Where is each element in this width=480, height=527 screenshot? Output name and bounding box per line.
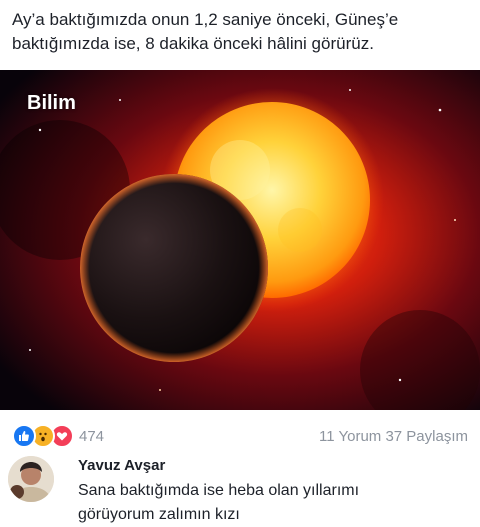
comments-shares-count[interactable]: 11 Yorum 37 Paylaşım [319, 428, 468, 445]
post-text: Ay’a baktığımızda onun 1,2 saniye önceki… [0, 0, 480, 70]
like-icon [12, 424, 36, 448]
comment-item: Yavuz Avşar Sana baktığımda ise heba ola… [0, 452, 480, 527]
reaction-count: 474 [79, 427, 105, 445]
post-stats-bar: 474 11 Yorum 37 Paylaşım [0, 418, 480, 454]
avatar[interactable] [8, 456, 54, 502]
post-text-line-2: baktığımızda ise, 8 dakika önceki hâlini… [12, 34, 374, 53]
comment-text: Sana baktığımda ise heba olan yıllarımı … [78, 479, 359, 527]
comment-text-line-2: görüyorum zalımın kızı [78, 506, 240, 523]
watermark-label: Bilim [27, 92, 76, 114]
comment-author[interactable]: Yavuz Avşar [78, 457, 165, 474]
eclipse-illustration [0, 70, 480, 410]
post-image[interactable]: Bilim [0, 70, 480, 410]
comment-text-line-1: Sana baktığımda ise heba olan yıllarımı [78, 482, 360, 499]
post-text-line-1: Ay’a baktığımızda onun 1,2 saniye önceki… [12, 10, 399, 29]
reactions-summary[interactable]: 474 [12, 424, 104, 448]
